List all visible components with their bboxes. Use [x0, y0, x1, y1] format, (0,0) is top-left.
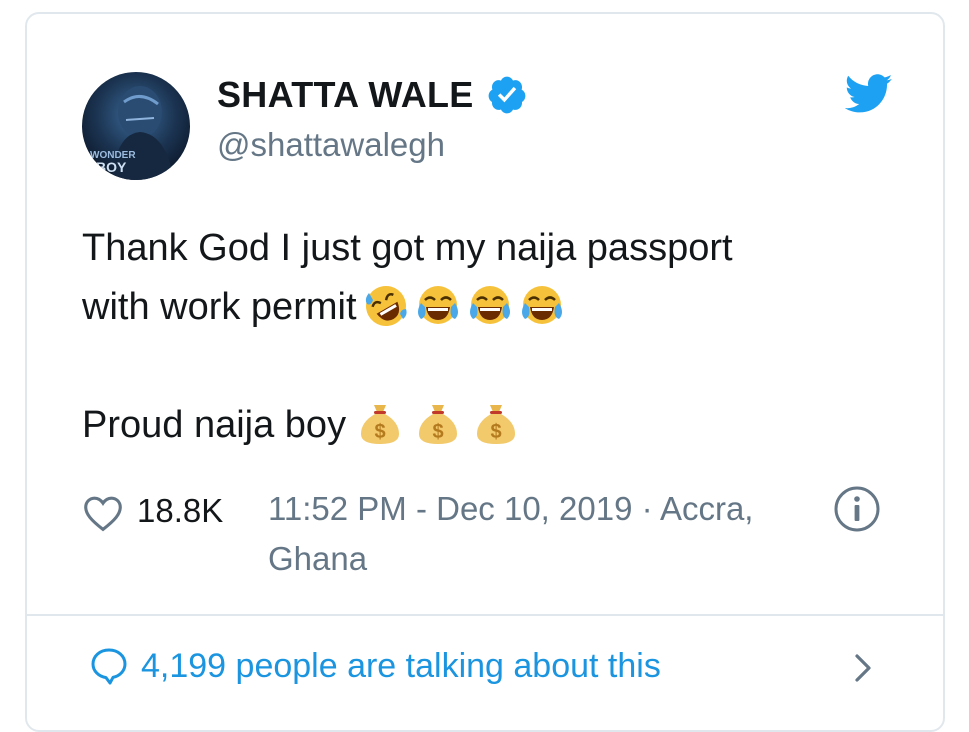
money-bag-emoji-icon: $	[477, 405, 516, 444]
user-handle[interactable]: @shattawalegh	[217, 126, 445, 164]
tears-of-joy-emoji-icon	[417, 286, 458, 324]
money-bag-emoji-icon: $	[419, 405, 458, 444]
tears-of-joy-emoji-icon	[521, 286, 562, 324]
svg-text:BOY: BOY	[96, 159, 127, 175]
svg-text:$: $	[491, 421, 502, 443]
emoji-group-money: $ $ $	[346, 404, 520, 446]
display-name-row[interactable]: SHATTA WALE	[217, 74, 528, 116]
twitter-bird-icon[interactable]	[845, 74, 893, 114]
tweet-text: Thank God I just got my naija passport w…	[82, 219, 882, 455]
chevron-right-icon[interactable]	[849, 650, 877, 686]
tweet-text-line-1: Thank God I just got my naija passport	[82, 227, 733, 269]
money-bag-emoji-icon: $	[361, 405, 400, 444]
display-name[interactable]: SHATTA WALE	[217, 74, 474, 116]
conversation-count-label[interactable]: 4,199 people are talking about this	[141, 647, 661, 686]
tweet-text-line-3-text: Proud naija boy	[82, 404, 347, 446]
rolling-on-floor-laughing-emoji-icon	[365, 286, 407, 326]
tweet-card[interactable]: WONDER BOY SHATTA WALE @shattawalegh Tha…	[25, 12, 945, 732]
tweet-text-line-3: Proud naija boy $ $ $	[82, 396, 882, 455]
like-count[interactable]: 18.8K	[137, 492, 223, 530]
tears-of-joy-emoji-icon	[469, 286, 510, 324]
tweet-text-line-2: with work permit	[82, 278, 882, 337]
tweet-text-line-2-text: with work permit	[82, 286, 357, 328]
card-divider	[27, 614, 943, 616]
avatar[interactable]: WONDER BOY	[82, 72, 190, 180]
info-icon[interactable]	[832, 484, 882, 534]
verified-badge-icon	[488, 76, 525, 114]
conversation-link[interactable]: 4,199 people are talking about this	[89, 646, 661, 686]
heart-icon[interactable]	[82, 494, 124, 532]
emoji-group-laughing	[357, 286, 565, 328]
speech-bubble-icon	[91, 648, 127, 685]
svg-text:$: $	[433, 421, 444, 443]
tweet-timestamp[interactable]: 11:52 PM - Dec 10, 2019 · Accra, Ghana	[268, 484, 828, 584]
svg-text:$: $	[375, 421, 386, 443]
